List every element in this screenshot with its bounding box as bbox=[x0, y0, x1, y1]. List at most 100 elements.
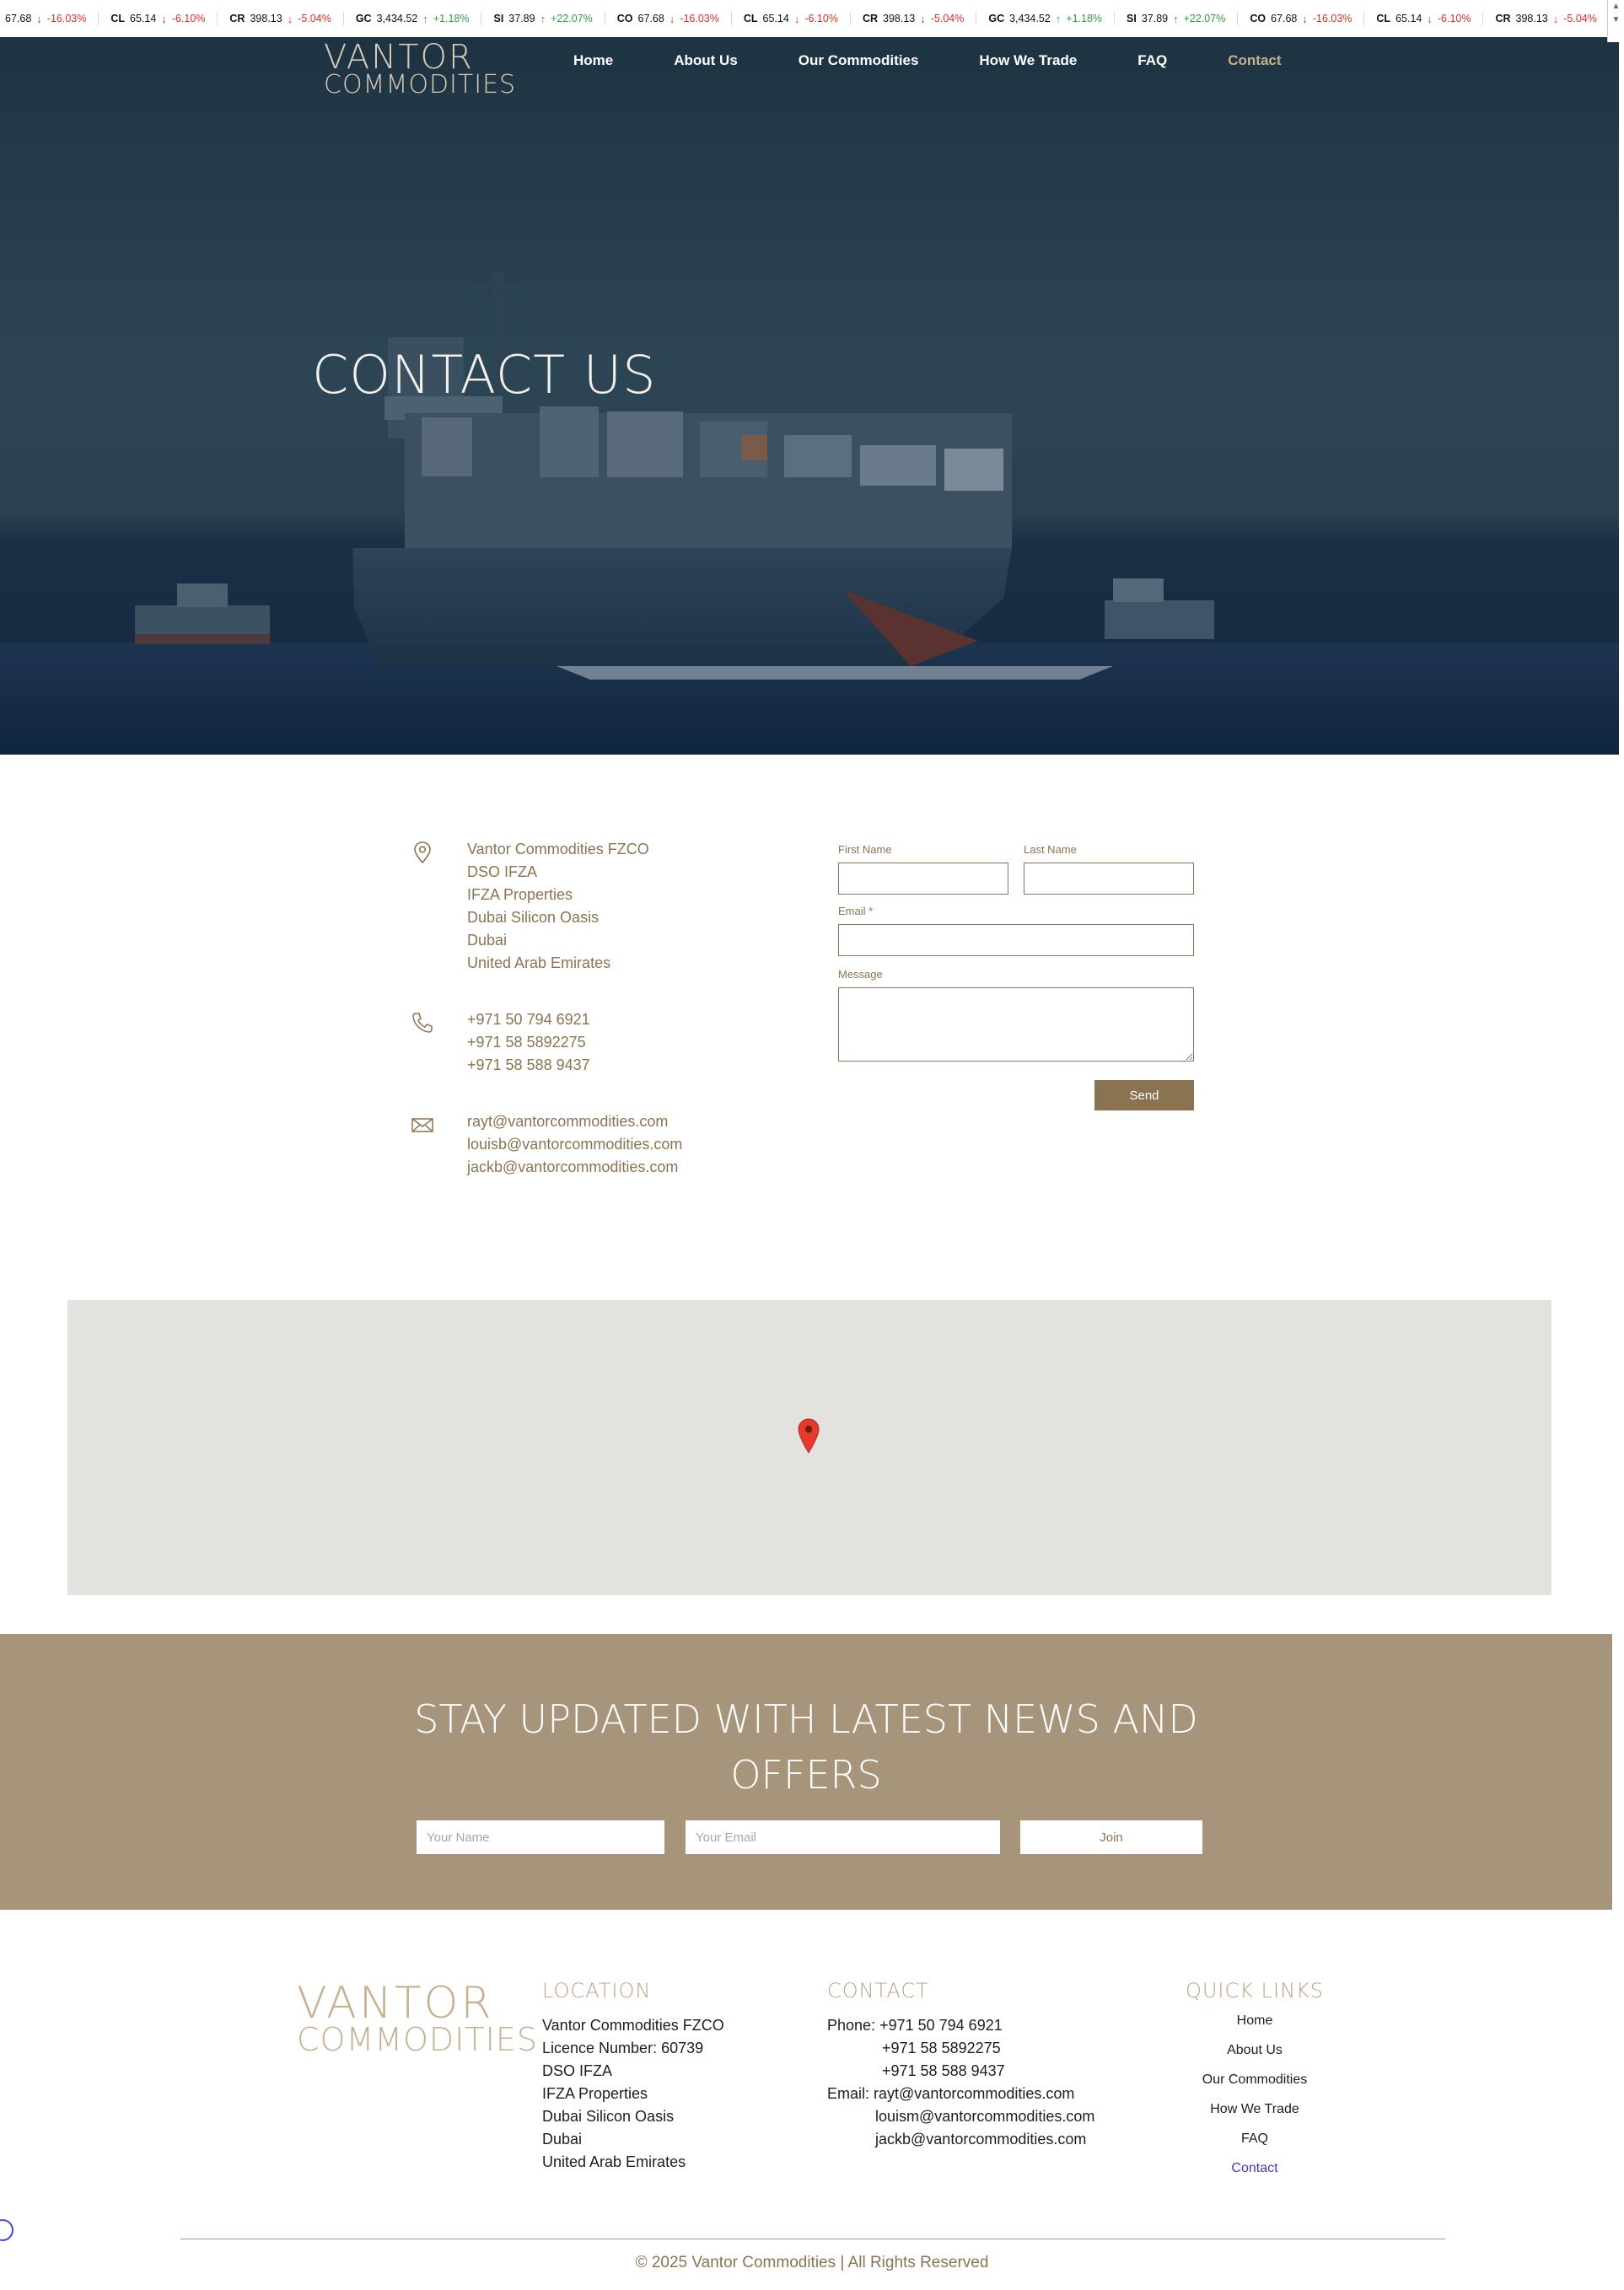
newsletter-join-button[interactable]: Join bbox=[1020, 1820, 1202, 1854]
first-name-label: First Name bbox=[838, 843, 892, 856]
nav-faq[interactable]: FAQ bbox=[1137, 52, 1167, 69]
footer-email-label: Email: bbox=[827, 2085, 870, 2102]
footer-contact-heading: CONTACT bbox=[827, 1979, 929, 2002]
footer-location-heading: LOCATION bbox=[542, 1979, 652, 2002]
footer-location-line: United Arab Emirates bbox=[542, 2153, 686, 2170]
newsletter-name-input[interactable] bbox=[417, 1820, 664, 1854]
address-block: Vantor Commodities FZCO DSO IFZA IFZA Pr… bbox=[410, 838, 781, 975]
footer-link-how-we-trade[interactable]: How We Trade bbox=[1179, 2094, 1331, 2124]
address-line: Dubai bbox=[467, 932, 508, 949]
footer-link-faq[interactable]: FAQ bbox=[1179, 2124, 1331, 2153]
first-name-input[interactable] bbox=[838, 863, 1008, 895]
ticker-price: 67.68 bbox=[5, 13, 32, 24]
nav-about-us[interactable]: About Us bbox=[674, 52, 738, 69]
last-name-input[interactable] bbox=[1024, 863, 1194, 895]
email-group: Email * bbox=[838, 905, 1194, 956]
footer-link-contact[interactable]: Contact bbox=[1179, 2153, 1331, 2183]
email-input[interactable] bbox=[838, 924, 1194, 956]
ticker-track: 67.68 ↓ -16.03% CL 65.14 ↓ -6.10% CR 398.13 ↓ -5.0… bbox=[0, 12, 1624, 25]
name-row: First Name Last Name bbox=[838, 843, 1194, 895]
arrow-down-icon: ↓ bbox=[669, 12, 675, 25]
footer-email-line: Email: rayt@vantorcommodities.com bbox=[827, 2083, 1094, 2105]
footer-email-link[interactable]: rayt@vantorcommodities.com bbox=[874, 2085, 1074, 2102]
ticker-symbol: GC bbox=[355, 13, 372, 24]
footer-location-line: Dubai Silicon Oasis bbox=[542, 2108, 675, 2125]
footer-email-link[interactable]: jackb@vantorcommodities.com bbox=[827, 2128, 1094, 2151]
email-link[interactable]: jackb@vantorcommodities.com bbox=[467, 1156, 781, 1179]
map-marker-icon[interactable] bbox=[798, 1418, 820, 1454]
ticker-price: 398.13 bbox=[250, 13, 282, 24]
ticker-change: -6.10% bbox=[171, 13, 206, 24]
ticker-symbol: CR bbox=[229, 13, 245, 24]
footer-location-line: DSO IFZA bbox=[542, 2062, 613, 2079]
footer-logo[interactable]: VANTOR COMMODITIES bbox=[297, 1981, 538, 2056]
footer-contact: CONTACT Phone: +971 50 794 6921 +971 58 … bbox=[827, 1979, 1094, 2151]
address-line: Vantor Commodities FZCO bbox=[467, 841, 649, 857]
address-line: Dubai Silicon Oasis bbox=[467, 909, 600, 926]
ticker-price: 65.14 bbox=[762, 13, 789, 24]
ticker-symbol: CO bbox=[616, 13, 633, 24]
header-logo[interactable]: VANTOR COMMODITIES bbox=[324, 40, 516, 98]
location-map[interactable] bbox=[67, 1300, 1551, 1595]
nav-our-commodities[interactable]: Our Commodities bbox=[799, 52, 919, 69]
ticker-item: CR 398.13 ↓ -5.04% bbox=[851, 12, 977, 25]
email-link[interactable]: louisb@vantorcommodities.com bbox=[467, 1133, 781, 1156]
footer-phone-label: Phone: bbox=[827, 2017, 876, 2034]
copyright-text: © 2025 Vantor Commodities | All Rights R… bbox=[635, 2254, 989, 2271]
ticker-symbol: CL bbox=[1376, 13, 1391, 24]
message-input[interactable] bbox=[838, 987, 1194, 1062]
newsletter-title-line: STAY UPDATED WITH LATEST NEWS AND bbox=[414, 1696, 1198, 1742]
ticker-price: 3,434.52 bbox=[1009, 13, 1051, 24]
arrow-down-icon: ↓ bbox=[920, 12, 926, 25]
scroll-up-icon[interactable]: ▲ bbox=[1608, 0, 1624, 13]
ticker-symbol: CR bbox=[1495, 13, 1511, 24]
footer-link-about-us[interactable]: About Us bbox=[1179, 2035, 1331, 2065]
arrow-down-icon: ↓ bbox=[161, 12, 167, 25]
ticker-item: SI 37.89 ↑ +22.07% bbox=[1115, 12, 1239, 25]
first-name-group: First Name bbox=[838, 843, 1008, 895]
ticker-price: 398.13 bbox=[883, 13, 916, 24]
logo-wordmark-bottom: COMMODITIES bbox=[297, 2021, 538, 2058]
ticker-item: SI 37.89 ↑ +22.07% bbox=[481, 12, 605, 25]
phone-block: +971 50 794 6921 +971 58 5892275 +971 58… bbox=[410, 1008, 781, 1077]
phone-icon bbox=[412, 1013, 433, 1033]
nav-contact[interactable]: Contact bbox=[1228, 52, 1281, 69]
send-button[interactable]: Send bbox=[1094, 1080, 1194, 1110]
newsletter-email-input[interactable] bbox=[686, 1820, 1000, 1854]
footer-location: LOCATION Vantor Commodities FZCO Licence… bbox=[542, 1979, 724, 2174]
email-link[interactable]: rayt@vantorcommodities.com bbox=[467, 1110, 781, 1133]
ticker-change: +1.18% bbox=[1066, 13, 1103, 24]
scroll-down-icon[interactable]: ▼ bbox=[1608, 13, 1624, 27]
ticker-price: 67.68 bbox=[637, 13, 664, 24]
envelope-icon bbox=[411, 1118, 433, 1132]
ticker-symbol: CL bbox=[743, 13, 758, 24]
phone-link[interactable]: +971 58 588 9437 bbox=[467, 1054, 781, 1077]
footer-phone-link[interactable]: +971 58 5892275 bbox=[827, 2037, 1094, 2060]
ticker-price: 65.14 bbox=[1395, 13, 1422, 24]
email-block: rayt@vantorcommodities.com louisb@vantor… bbox=[410, 1110, 781, 1179]
logo-wordmark-bottom: COMMODITIES bbox=[324, 70, 517, 99]
nav-how-we-trade[interactable]: How We Trade bbox=[979, 52, 1077, 69]
ticker-change: -5.04% bbox=[298, 13, 331, 24]
footer-link-home[interactable]: Home bbox=[1179, 2006, 1331, 2035]
footer-quick-heading: QUICK LINKS bbox=[1185, 1979, 1325, 2002]
ticker-scrollbar[interactable]: ▲ ▼ bbox=[1607, 0, 1624, 42]
contact-info: Vantor Commodities FZCO DSO IFZA IFZA Pr… bbox=[410, 838, 781, 1212]
arrow-down-icon: ↓ bbox=[36, 12, 42, 25]
ticker-item: CR 398.13 ↓ -5.04% bbox=[218, 12, 344, 25]
footer-email-link[interactable]: louism@vantorcommodities.com bbox=[827, 2105, 1094, 2128]
footer-phone-link[interactable]: +971 50 794 6921 bbox=[879, 2017, 1003, 2034]
footer-phone-link[interactable]: +971 58 588 9437 bbox=[827, 2060, 1094, 2083]
nav-home[interactable]: Home bbox=[573, 52, 613, 69]
ticker-change: +22.07% bbox=[1183, 13, 1226, 24]
footer-link-our-commodities[interactable]: Our Commodities bbox=[1179, 2065, 1331, 2094]
arrow-up-icon: ↑ bbox=[1055, 12, 1062, 25]
footer-location-line: IFZA Properties bbox=[542, 2085, 648, 2102]
ticker-symbol: SI bbox=[493, 13, 504, 24]
ticker-item: CO 67.68 ↓ -16.03% bbox=[1238, 12, 1365, 25]
message-group: Message bbox=[838, 968, 1194, 1062]
phone-link[interactable]: +971 58 5892275 bbox=[467, 1031, 781, 1054]
location-pin-icon bbox=[414, 841, 431, 864]
phone-link[interactable]: +971 50 794 6921 bbox=[467, 1008, 781, 1031]
accessibility-widget-icon[interactable] bbox=[0, 2219, 13, 2241]
